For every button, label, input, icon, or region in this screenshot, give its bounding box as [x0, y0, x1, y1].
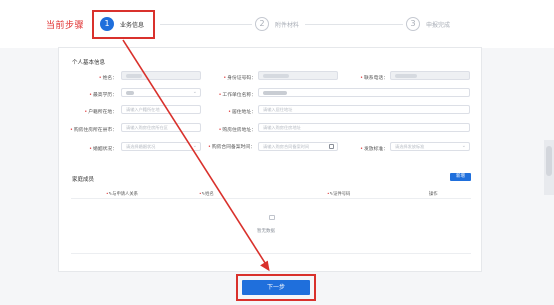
page: 当前步骤 1 业务信息 2 附件材料 3 申报完成 个人基本信息 •姓名： •身… — [0, 0, 554, 305]
annotation-arrow — [122, 39, 270, 272]
